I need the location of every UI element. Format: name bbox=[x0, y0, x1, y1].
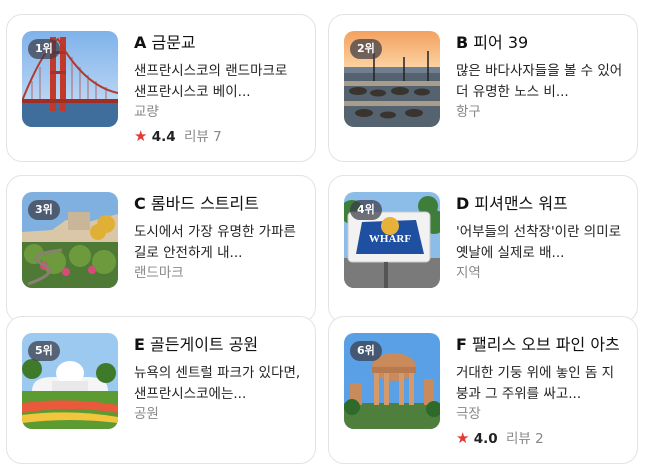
place-description: 도시에서 가장 유명한 가파른 길로 안전하게 내... bbox=[134, 224, 296, 261]
place-description: '어부들의 선착장'이란 의미로 옛날에 실제로 배... bbox=[456, 224, 622, 261]
place-name: 피셔맨스 워프 bbox=[474, 194, 568, 213]
golden-gate-bridge-photo: 1위 bbox=[22, 31, 118, 127]
review-label: 리뷰 bbox=[505, 431, 531, 447]
place-letter: C bbox=[134, 194, 146, 213]
place-rating: ★ 4.4 리뷰 7 bbox=[134, 126, 304, 147]
place-letter: B bbox=[456, 33, 469, 52]
place-title[interactable]: B 피어 39 bbox=[456, 31, 626, 55]
rank-badge: 4위 bbox=[350, 200, 382, 220]
svg-text:WHARF: WHARF bbox=[369, 233, 411, 245]
review-count[interactable]: 리뷰 7 bbox=[184, 129, 222, 145]
review-number: 2 bbox=[535, 431, 544, 447]
rank-badge: 1위 bbox=[28, 39, 60, 59]
place-letter: D bbox=[456, 194, 470, 213]
place-title[interactable]: F 팰리스 오브 파인 아츠 bbox=[456, 333, 626, 357]
golden-gate-park-photo: 5위 bbox=[22, 333, 118, 429]
place-title[interactable]: C 롬바드 스트리트 bbox=[134, 192, 304, 216]
place-card-fishermans-wharf[interactable]: WHARF 4위 D 피셔맨스 워프 '어부들의 선착장'이란 의미로 옛날에 … bbox=[328, 175, 638, 323]
lombard-street-photo: 3위 bbox=[22, 192, 118, 288]
star-icon: ★ bbox=[456, 429, 470, 447]
rating-score: 4.4 bbox=[151, 129, 176, 145]
place-letter: A bbox=[134, 33, 147, 52]
rank-badge: 3위 bbox=[28, 200, 60, 220]
place-title[interactable]: A 금문교 bbox=[134, 31, 304, 55]
place-description: 많은 바다사자들을 볼 수 있어 더 유명한 노스 비... bbox=[456, 63, 623, 100]
rank-badge: 6위 bbox=[350, 341, 382, 361]
place-name: 롬바드 스트리트 bbox=[150, 194, 259, 213]
place-grid: 1위 A 금문교 샌프란시스코의 랜드마크로 샌프란시스코 베이... 교량 ★… bbox=[0, 0, 648, 469]
place-category: 공원 bbox=[134, 406, 159, 422]
place-category: 지역 bbox=[456, 265, 481, 281]
rank-badge: 5위 bbox=[28, 341, 60, 361]
review-count[interactable]: 리뷰 2 bbox=[506, 431, 544, 447]
pier-39-photo: 2위 bbox=[344, 31, 440, 127]
review-number: 7 bbox=[213, 129, 222, 145]
place-letter: F bbox=[456, 335, 467, 354]
rank-badge: 2위 bbox=[350, 39, 382, 59]
place-category: 교량 bbox=[134, 104, 159, 120]
place-title[interactable]: D 피셔맨스 워프 bbox=[456, 192, 626, 216]
place-description: 샌프란시스코의 랜드마크로 샌프란시스코 베이... bbox=[134, 63, 288, 100]
place-category: 극장 bbox=[456, 406, 481, 422]
palace-of-fine-arts-photo: 6위 bbox=[344, 333, 440, 429]
place-description: 거대한 기둥 위에 놓인 돔 지붕과 그 주위를 싸고... bbox=[456, 365, 615, 402]
place-card-pier-39[interactable]: 2위 B 피어 39 많은 바다사자들을 볼 수 있어 더 유명한 노스 비..… bbox=[328, 14, 638, 162]
review-label: 리뷰 bbox=[183, 129, 209, 145]
place-card-golden-gate-bridge[interactable]: 1위 A 금문교 샌프란시스코의 랜드마크로 샌프란시스코 베이... 교량 ★… bbox=[6, 14, 316, 162]
place-name: 금문교 bbox=[151, 33, 196, 52]
place-letter: E bbox=[134, 335, 145, 354]
place-name: 피어 39 bbox=[473, 33, 529, 52]
place-card-lombard-street[interactable]: 3위 C 롬바드 스트리트 도시에서 가장 유명한 가파른 길로 안전하게 내.… bbox=[6, 175, 316, 323]
place-category: 랜드마크 bbox=[134, 265, 184, 281]
star-icon: ★ bbox=[134, 127, 148, 145]
place-rating: ★ 4.0 리뷰 2 bbox=[456, 428, 626, 449]
place-name: 골든게이트 공원 bbox=[150, 335, 259, 354]
place-title[interactable]: E 골든게이트 공원 bbox=[134, 333, 304, 357]
place-card-golden-gate-park[interactable]: 5위 E 골든게이트 공원 뉴욕의 센트럴 파크가 있다면, 샌프란시스코에는.… bbox=[6, 316, 316, 464]
fishermans-wharf-photo: WHARF 4위 bbox=[344, 192, 440, 288]
place-description: 뉴욕의 센트럴 파크가 있다면, 샌프란시스코에는... bbox=[134, 365, 301, 402]
rating-score: 4.0 bbox=[473, 431, 498, 447]
place-card-palace-of-fine-arts[interactable]: 6위 F 팰리스 오브 파인 아츠 거대한 기둥 위에 놓인 돔 지붕과 그 주… bbox=[328, 316, 638, 464]
place-name: 팰리스 오브 파인 아츠 bbox=[472, 335, 620, 354]
place-category: 항구 bbox=[456, 104, 481, 120]
